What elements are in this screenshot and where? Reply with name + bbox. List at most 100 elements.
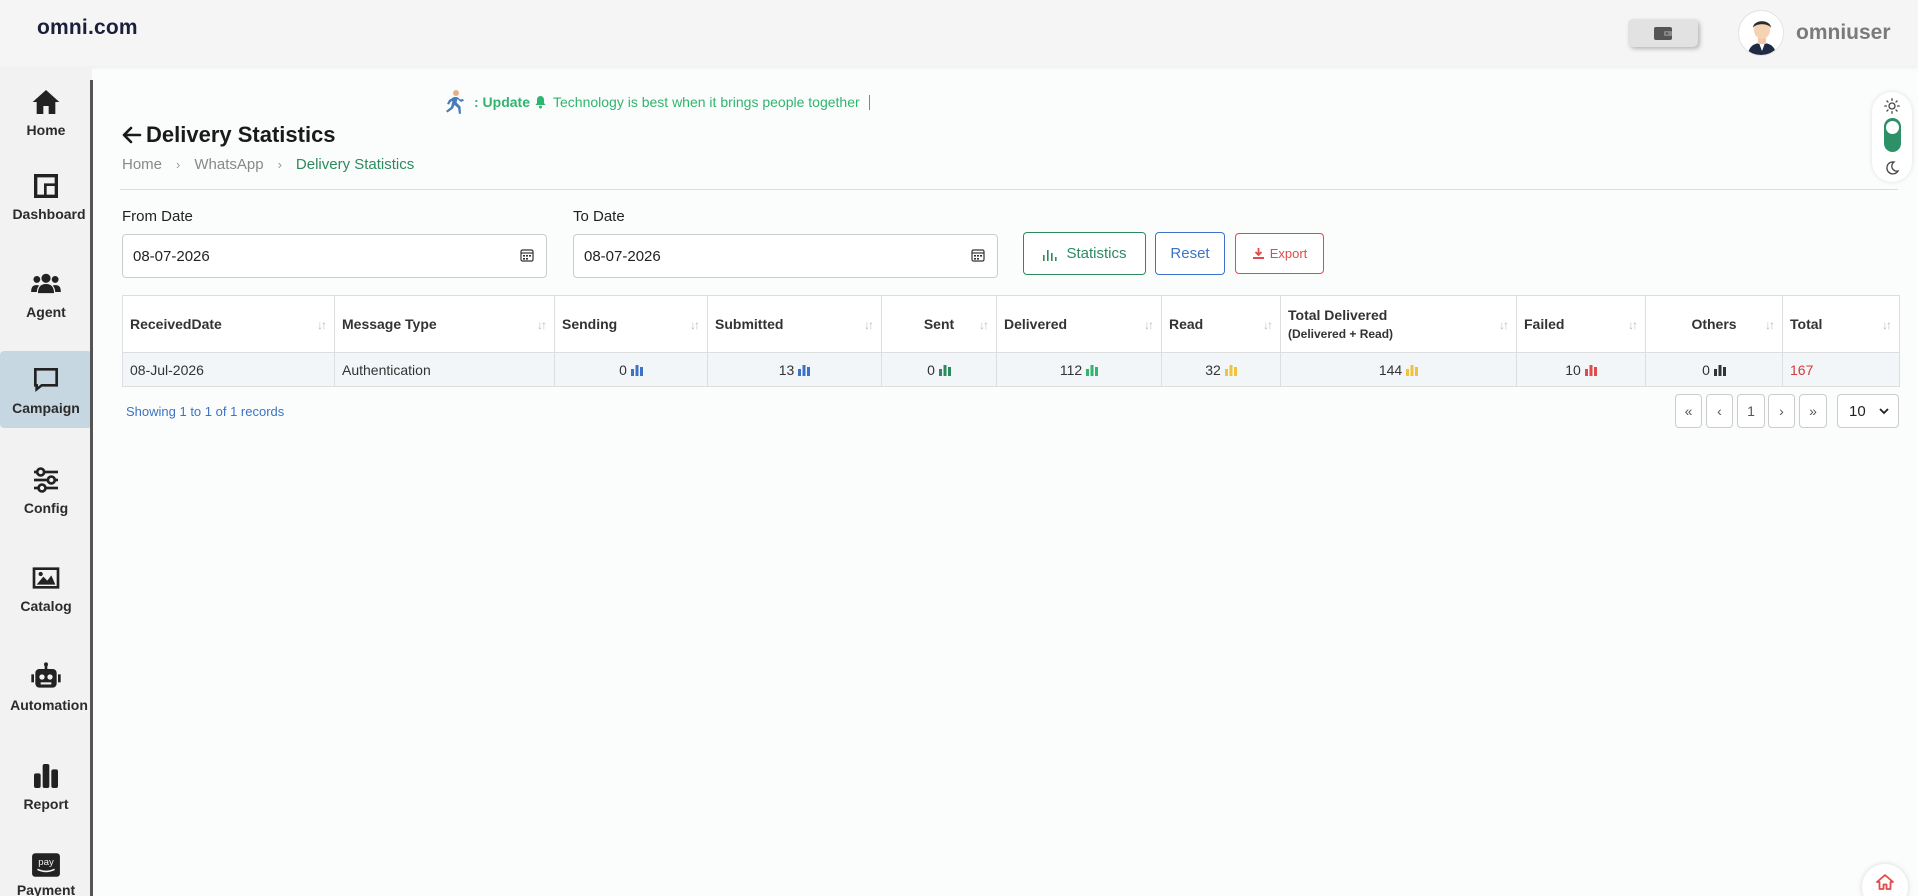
page-number-button[interactable]: 1 [1737, 394, 1765, 428]
sort-icon[interactable]: ↓↑ [317, 318, 327, 332]
cell-sent[interactable]: 0 [881, 352, 997, 387]
sidebar-item-agent[interactable]: Agent [0, 256, 92, 332]
sidebar-item-payment[interactable]: pay Payment [0, 842, 92, 896]
cell-received-date: 08-Jul-2026 [122, 352, 335, 387]
bar-chart-icon[interactable] [630, 364, 643, 376]
sort-icon[interactable]: ↓↑ [1882, 318, 1892, 332]
last-page-button[interactable]: » [1799, 394, 1827, 428]
table-header-row: ReceivedDate ↓↑ Message Type ↓↑ Sending ↓↑ … [122, 295, 1900, 353]
sidebar-item-label: Home [26, 122, 66, 138]
bar-chart-icon[interactable] [1086, 364, 1099, 376]
column-header-total[interactable]: Total ↓↑ [1782, 295, 1900, 353]
sidebar-item-catalog[interactable]: Catalog [0, 550, 92, 626]
cell-read[interactable]: 32 [1161, 352, 1281, 387]
sun-icon [1884, 98, 1900, 114]
calendar-icon[interactable] [520, 248, 534, 262]
ticker-prefix: : Update [474, 94, 530, 110]
statistics-button-label: Statistics [1066, 245, 1127, 262]
cell-submitted[interactable]: 13 [707, 352, 882, 387]
column-header-submitted[interactable]: Submitted ↓↑ [707, 295, 882, 353]
ticker-cursor [868, 94, 870, 110]
sidebar-item-label: Report [23, 796, 69, 812]
column-header-received-date[interactable]: ReceivedDate ↓↑ [122, 295, 335, 353]
column-header-read[interactable]: Read ↓↑ [1161, 295, 1281, 353]
theme-toggle-knob[interactable] [1884, 118, 1901, 152]
sort-icon[interactable]: ↓↑ [1628, 318, 1638, 332]
export-button[interactable]: Export [1235, 233, 1324, 274]
user-avatar-icon [1739, 11, 1783, 55]
reset-button-label: Reset [1170, 245, 1210, 262]
sidebar-item-home[interactable]: Home [0, 74, 92, 150]
bar-chart-icon[interactable] [1406, 364, 1419, 376]
from-date-field[interactable]: 08-07-2026 [122, 234, 547, 278]
sidebar-scrollbar[interactable] [90, 80, 93, 896]
back-arrow-icon[interactable] [122, 126, 142, 144]
column-header-sent[interactable]: Sent ↓↑ [881, 295, 997, 353]
cell-others[interactable]: 0 [1645, 352, 1783, 387]
to-date-field[interactable]: 08-07-2026 [573, 234, 998, 278]
sort-icon[interactable]: ↓↑ [1144, 318, 1154, 332]
sidebar-item-label: Catalog [20, 598, 72, 614]
column-header-total-delivered[interactable]: Total Delivered (Delivered + Read) ↓↑ [1280, 295, 1517, 353]
wallet-button[interactable] [1628, 19, 1698, 47]
bar-chart-icon[interactable] [938, 364, 951, 376]
sort-icon[interactable]: ↓↑ [1499, 318, 1509, 332]
to-date-value: 08-07-2026 [584, 247, 661, 265]
column-header-sublabel: (Delivered + Read) [1288, 327, 1394, 341]
bar-chart-icon[interactable] [1713, 364, 1726, 376]
column-header-sending[interactable]: Sending ↓↑ [554, 295, 708, 353]
column-header-label: Read [1169, 316, 1204, 332]
sort-icon[interactable]: ↓↑ [864, 318, 874, 332]
cell-value: 0 [619, 361, 627, 378]
cell-delivered[interactable]: 112 [996, 352, 1162, 387]
theme-toggle[interactable] [1872, 92, 1912, 182]
chat-icon [34, 367, 58, 392]
cell-value: 0 [927, 361, 935, 378]
breadcrumb-home[interactable]: Home [122, 156, 162, 173]
cell-sending[interactable]: 0 [554, 352, 708, 387]
statistics-button[interactable]: Statistics [1023, 232, 1146, 275]
first-page-button[interactable]: « [1675, 394, 1702, 428]
header-divider [120, 189, 1898, 190]
username[interactable]: omniuser [1796, 21, 1891, 45]
sort-icon[interactable]: ↓↑ [1263, 318, 1273, 332]
floating-home-button[interactable] [1862, 864, 1908, 896]
sort-icon[interactable]: ↓↑ [690, 318, 700, 332]
export-button-label: Export [1269, 246, 1308, 261]
sort-icon[interactable]: ↓↑ [537, 318, 547, 332]
column-header-message-type[interactable]: Message Type ↓↑ [334, 295, 555, 353]
reset-button[interactable]: Reset [1155, 232, 1225, 275]
sidebar-item-campaign[interactable]: Campaign [0, 351, 92, 428]
column-header-others[interactable]: Others ↓↑ [1645, 295, 1783, 353]
prev-page-button[interactable]: ‹ [1706, 394, 1733, 428]
calendar-icon[interactable] [971, 248, 985, 262]
announcement-ticker: : Update Technology is best when it brin… [442, 88, 870, 116]
bar-chart-icon[interactable] [798, 364, 811, 376]
page-size-select[interactable]: 10 [1837, 394, 1899, 428]
page-header: Delivery Statistics [122, 122, 336, 148]
avatar[interactable] [1738, 10, 1784, 56]
column-header-label: Total [1790, 316, 1823, 332]
bar-chart-icon[interactable] [1584, 364, 1597, 376]
moon-icon [1886, 161, 1900, 175]
next-page-button[interactable]: › [1768, 394, 1795, 428]
breadcrumb-whatsapp[interactable]: WhatsApp [194, 156, 263, 173]
brand-logo[interactable]: omni.com [37, 16, 138, 40]
column-header-failed[interactable]: Failed ↓↑ [1516, 295, 1646, 353]
sidebar-item-config[interactable]: Config [0, 452, 92, 528]
page-size-value: 10 [1849, 402, 1866, 420]
sort-icon[interactable]: ↓↑ [1765, 318, 1775, 332]
from-date-value: 08-07-2026 [133, 247, 210, 265]
sort-icon[interactable]: ↓↑ [979, 318, 989, 332]
column-header-label: Others [1691, 316, 1737, 332]
sidebar: Home Dashboard Agent Campaign Config Cat… [0, 66, 92, 896]
bar-chart-icon[interactable] [1224, 364, 1237, 376]
sidebar-item-automation[interactable]: Automation [0, 649, 92, 725]
cell-total-delivered[interactable]: 144 [1280, 352, 1517, 387]
cell-failed[interactable]: 10 [1516, 352, 1646, 387]
column-header-delivered[interactable]: Delivered ↓↑ [996, 295, 1162, 353]
cell-value: 10 [1565, 361, 1581, 378]
cell-value: 0 [1702, 361, 1710, 378]
sidebar-item-report[interactable]: Report [0, 748, 92, 824]
sidebar-item-dashboard[interactable]: Dashboard [0, 158, 92, 234]
